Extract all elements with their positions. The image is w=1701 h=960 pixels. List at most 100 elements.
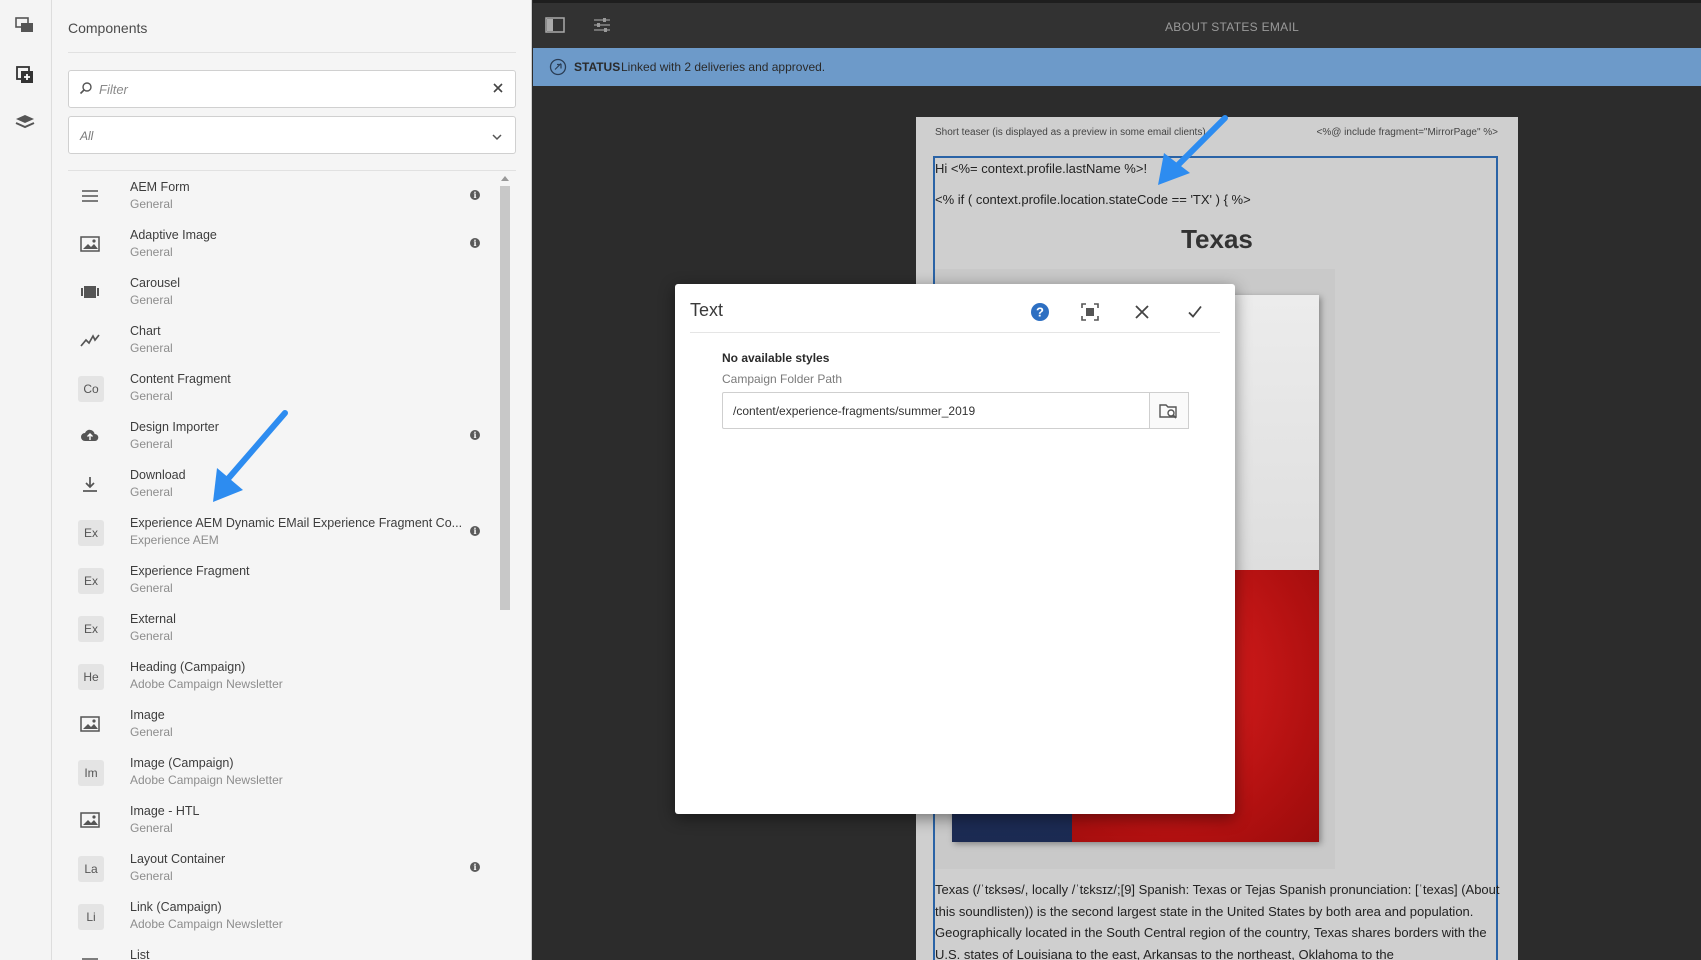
component-group: General xyxy=(130,293,173,307)
condition-code[interactable]: <% if ( context.profile.location.stateCo… xyxy=(935,192,1251,207)
component-group: General xyxy=(130,629,173,643)
component-name: Experience Fragment xyxy=(130,564,250,578)
component-item[interactable]: Design Importer General i xyxy=(68,412,500,460)
component-name: Layout Container xyxy=(130,852,226,866)
teaser-text[interactable]: Short teaser (is displayed as a preview … xyxy=(935,127,1206,138)
campaign-folder-path-field[interactable] xyxy=(722,392,1150,429)
info-icon[interactable]: i xyxy=(470,430,480,440)
component-name: List xyxy=(130,948,150,960)
component-abbr-badge: He xyxy=(78,664,104,690)
component-group: General xyxy=(130,245,173,259)
group-select-value: All xyxy=(80,129,94,143)
component-item[interactable]: Ex Experience AEM Dynamic EMail Experienc… xyxy=(68,508,500,556)
svg-text:?: ? xyxy=(1036,305,1044,320)
component-item[interactable]: Ex External General xyxy=(68,604,500,652)
component-group: General xyxy=(130,389,173,403)
fullscreen-icon[interactable] xyxy=(1078,300,1102,324)
component-name: Image (Campaign) xyxy=(130,756,234,770)
component-item[interactable]: Co Content Fragment General xyxy=(68,364,500,412)
component-item[interactable]: Image General xyxy=(68,700,500,748)
image-icon xyxy=(78,232,102,256)
component-abbr-badge: Co xyxy=(78,376,104,402)
component-group: General xyxy=(130,821,173,835)
status-bar: STATUS Linked with 2 deliveries and appr… xyxy=(533,48,1701,86)
dialog-title: Text xyxy=(690,300,724,320)
layers-icon[interactable] xyxy=(12,110,38,136)
filter-field[interactable] xyxy=(68,70,516,108)
component-group: General xyxy=(130,197,173,211)
component-name: External xyxy=(130,612,176,626)
component-group: Experience AEM xyxy=(130,533,219,547)
browse-folder-button[interactable] xyxy=(1149,392,1189,429)
body-text[interactable]: Texas (/ˈtɛksəs/, locally /ˈtɛksɪz/;[9] … xyxy=(935,879,1500,960)
component-list: AEM Form General i Adaptive Image General i Ca… xyxy=(68,172,500,960)
component-group: General xyxy=(130,437,173,451)
clear-icon[interactable] xyxy=(491,81,505,100)
panel-title: Components xyxy=(68,20,148,36)
properties-sliders-icon[interactable] xyxy=(593,17,611,38)
component-group: General xyxy=(130,581,173,595)
component-list-scrollbar[interactable] xyxy=(499,176,511,960)
text-dialog: Text ? No available styles Campaign Fold… xyxy=(675,284,1235,814)
component-name: AEM Form xyxy=(130,180,190,194)
status-text: Linked with 2 deliveries and approved. xyxy=(621,60,826,74)
scroll-thumb[interactable] xyxy=(500,186,510,610)
component-item[interactable]: Ex Experience Fragment General xyxy=(68,556,500,604)
component-group: Adobe Campaign Newsletter xyxy=(130,773,283,787)
component-item[interactable]: Im Image (Campaign) Adobe Campaign Newslet… xyxy=(68,748,500,796)
page-title: ABOUT STATES EMAIL xyxy=(1165,20,1300,34)
info-icon[interactable]: i xyxy=(470,862,480,872)
component-item[interactable]: ListGeneral xyxy=(68,940,500,960)
component-name: Heading (Campaign) xyxy=(130,660,246,674)
component-abbr-badge: La xyxy=(78,856,104,882)
campaign-folder-path-input[interactable] xyxy=(733,402,1133,420)
component-name: Download xyxy=(130,468,186,482)
close-icon[interactable] xyxy=(1130,300,1154,324)
chart-icon xyxy=(78,328,102,352)
info-icon[interactable]: i xyxy=(470,238,480,248)
component-group: General xyxy=(130,725,173,739)
list-icon xyxy=(78,952,102,960)
component-abbr-badge: Ex xyxy=(78,520,104,546)
carousel-icon xyxy=(78,280,102,304)
component-group: General xyxy=(130,485,173,499)
component-name: Content Fragment xyxy=(130,372,231,386)
divider xyxy=(68,170,516,171)
components-panel: Components All AEM FormGeneraliAdaptive … xyxy=(52,0,532,960)
component-item[interactable]: Image - HTL General xyxy=(68,796,500,844)
info-icon[interactable]: i xyxy=(470,190,480,200)
component-item[interactable]: Li Link (Campaign) Adobe Campaign Newslett… xyxy=(68,892,500,940)
info-icon[interactable]: i xyxy=(470,526,480,536)
component-name: Image xyxy=(130,708,165,722)
folder-search-icon xyxy=(1159,403,1177,419)
component-group: Adobe Campaign Newsletter xyxy=(130,917,283,931)
component-name: Link (Campaign) xyxy=(130,900,222,914)
component-item[interactable]: La Layout Container General i xyxy=(68,844,500,892)
state-heading[interactable]: Texas xyxy=(916,224,1518,255)
component-group: Adobe Campaign Newsletter xyxy=(130,677,283,691)
done-check-icon[interactable] xyxy=(1183,300,1207,324)
scroll-up-icon[interactable] xyxy=(501,176,509,181)
component-item[interactable]: He Heading (Campaign) Adobe Campaign Newsl… xyxy=(68,652,500,700)
editor-toolbar: ABOUT STATES EMAIL xyxy=(533,0,1701,48)
component-item[interactable]: Download General xyxy=(68,460,500,508)
page-properties-icon[interactable] xyxy=(12,12,38,38)
component-item[interactable]: AEM Form General i xyxy=(68,172,500,220)
component-item[interactable]: Adaptive Image General i xyxy=(68,220,500,268)
component-name: Chart xyxy=(130,324,161,338)
components-icon[interactable] xyxy=(12,62,38,88)
component-item[interactable]: Chart General xyxy=(68,316,500,364)
component-abbr-badge: Im xyxy=(78,760,104,786)
component-group: General xyxy=(130,341,173,355)
mirror-page-include[interactable]: <%@ include fragment="MirrorPage" %> xyxy=(1317,127,1499,138)
help-icon[interactable]: ? xyxy=(1028,300,1052,324)
image-icon xyxy=(78,712,102,736)
group-select[interactable]: All xyxy=(68,116,516,154)
form-icon xyxy=(78,184,102,208)
filter-input[interactable] xyxy=(99,79,479,99)
divider xyxy=(690,332,1220,333)
component-abbr-badge: Ex xyxy=(78,568,104,594)
toggle-side-panel-icon[interactable] xyxy=(545,17,565,38)
component-item[interactable]: Carousel General xyxy=(68,268,500,316)
greeting-code[interactable]: Hi <%= context.profile.lastName %>! xyxy=(935,161,1147,176)
